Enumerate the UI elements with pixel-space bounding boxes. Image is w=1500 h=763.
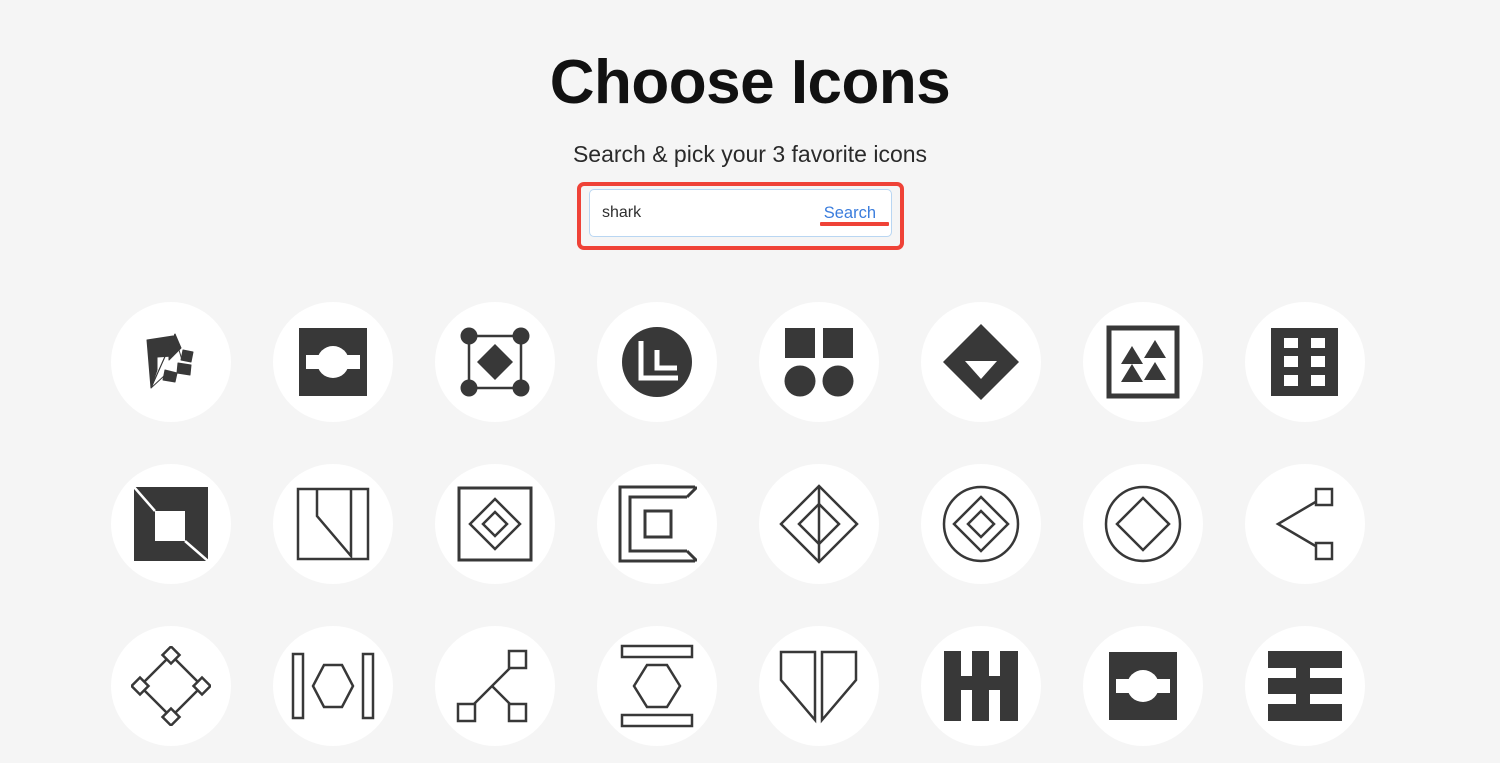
icon-grid [90,281,1410,763]
icon-cell-9[interactable] [90,443,252,605]
icon-disc [1245,626,1365,746]
icon-disc [759,626,879,746]
icon-cell-2[interactable] [252,281,414,443]
search-input[interactable] [602,190,823,236]
square-circle-band-cutout-icon [296,325,370,399]
icon-disc [273,302,393,422]
search-bar[interactable]: Search [589,189,892,237]
icon-disc [435,464,555,584]
nested-diamonds-centerline-icon [778,483,860,565]
angle-bracket-nodes-icon [1267,486,1343,562]
page-subtitle: Search & pick your 3 favorite icons [572,141,928,167]
filled-square-inner-square-icon [131,484,211,564]
faceted-origami-arrow-icon [135,326,207,398]
icon-cell-18[interactable] [252,605,414,763]
tree-three-nodes-icon [455,648,535,724]
icon-cell-21[interactable] [738,605,900,763]
icon-disc [921,626,1041,746]
circle-nested-diamonds-icon [941,484,1021,564]
diamond-node-vertices-icon [131,646,211,726]
icon-disc [759,302,879,422]
icon-cell-15[interactable] [1062,443,1224,605]
icon-disc [1245,464,1365,584]
icon-disc [921,464,1041,584]
hexagon-stacked-bars-icon [619,643,695,729]
square-four-triangles-icon [1105,324,1181,400]
icon-disc [435,626,555,746]
icon-disc [435,302,555,422]
icon-disc [111,302,231,422]
icon-disc [111,464,231,584]
icon-disc [1083,464,1203,584]
icon-cell-6[interactable] [900,281,1062,443]
twin-pointed-shields-icon [778,648,860,724]
icon-cell-1[interactable] [90,281,252,443]
page-title: Choose Icons [549,48,951,117]
icon-disc [273,464,393,584]
icon-disc [1083,626,1203,746]
icon-disc [273,626,393,746]
square-nested-diamonds-icon [456,485,534,563]
two-squares-two-circles-icon [782,325,856,399]
hexagon-between-bars-icon [290,648,376,724]
search-button[interactable]: Search [823,204,877,223]
icon-disc [597,464,717,584]
nested-bracket-square-icon [617,484,697,564]
icon-cell-10[interactable] [252,443,414,605]
icon-cell-4[interactable] [576,281,738,443]
icon-disc [1083,302,1203,422]
diamond-in-dotted-square-icon [457,324,533,400]
icon-cell-3[interactable] [414,281,576,443]
ladder-grid-bars-icon [1268,325,1342,399]
icon-disc [759,464,879,584]
square-circle-band-cutout-icon-2 [1106,649,1180,723]
triple-vertical-bars-icon [941,648,1021,724]
icon-cell-22[interactable] [900,605,1062,763]
icon-cell-13[interactable] [738,443,900,605]
icon-disc [921,302,1041,422]
icon-disc [1245,302,1365,422]
diamond-triangle-notch-icon [940,321,1022,403]
icon-cell-5[interactable] [738,281,900,443]
icon-disc [597,626,717,746]
icon-cell-20[interactable] [576,605,738,763]
choose-icons-page: Choose Icons Search & pick your 3 favori… [0,0,1500,763]
icon-cell-14[interactable] [900,443,1062,605]
icon-cell-19[interactable] [414,605,576,763]
icon-cell-17[interactable] [90,605,252,763]
icon-cell-11[interactable] [414,443,576,605]
icon-cell-16[interactable] [1224,443,1386,605]
triple-horizontal-bars-icon [1265,648,1345,724]
icon-cell-8[interactable] [1224,281,1386,443]
circle-diamond-icon [1103,484,1183,564]
square-diagonal-fold-icon [295,486,371,562]
icon-cell-23[interactable] [1062,605,1224,763]
icon-cell-24[interactable] [1224,605,1386,763]
icon-disc [111,626,231,746]
icon-cell-7[interactable] [1062,281,1224,443]
circle-nested-corner-brackets-icon [619,324,695,400]
search-button-underline [820,222,889,226]
icon-cell-12[interactable] [576,443,738,605]
icon-disc [597,302,717,422]
